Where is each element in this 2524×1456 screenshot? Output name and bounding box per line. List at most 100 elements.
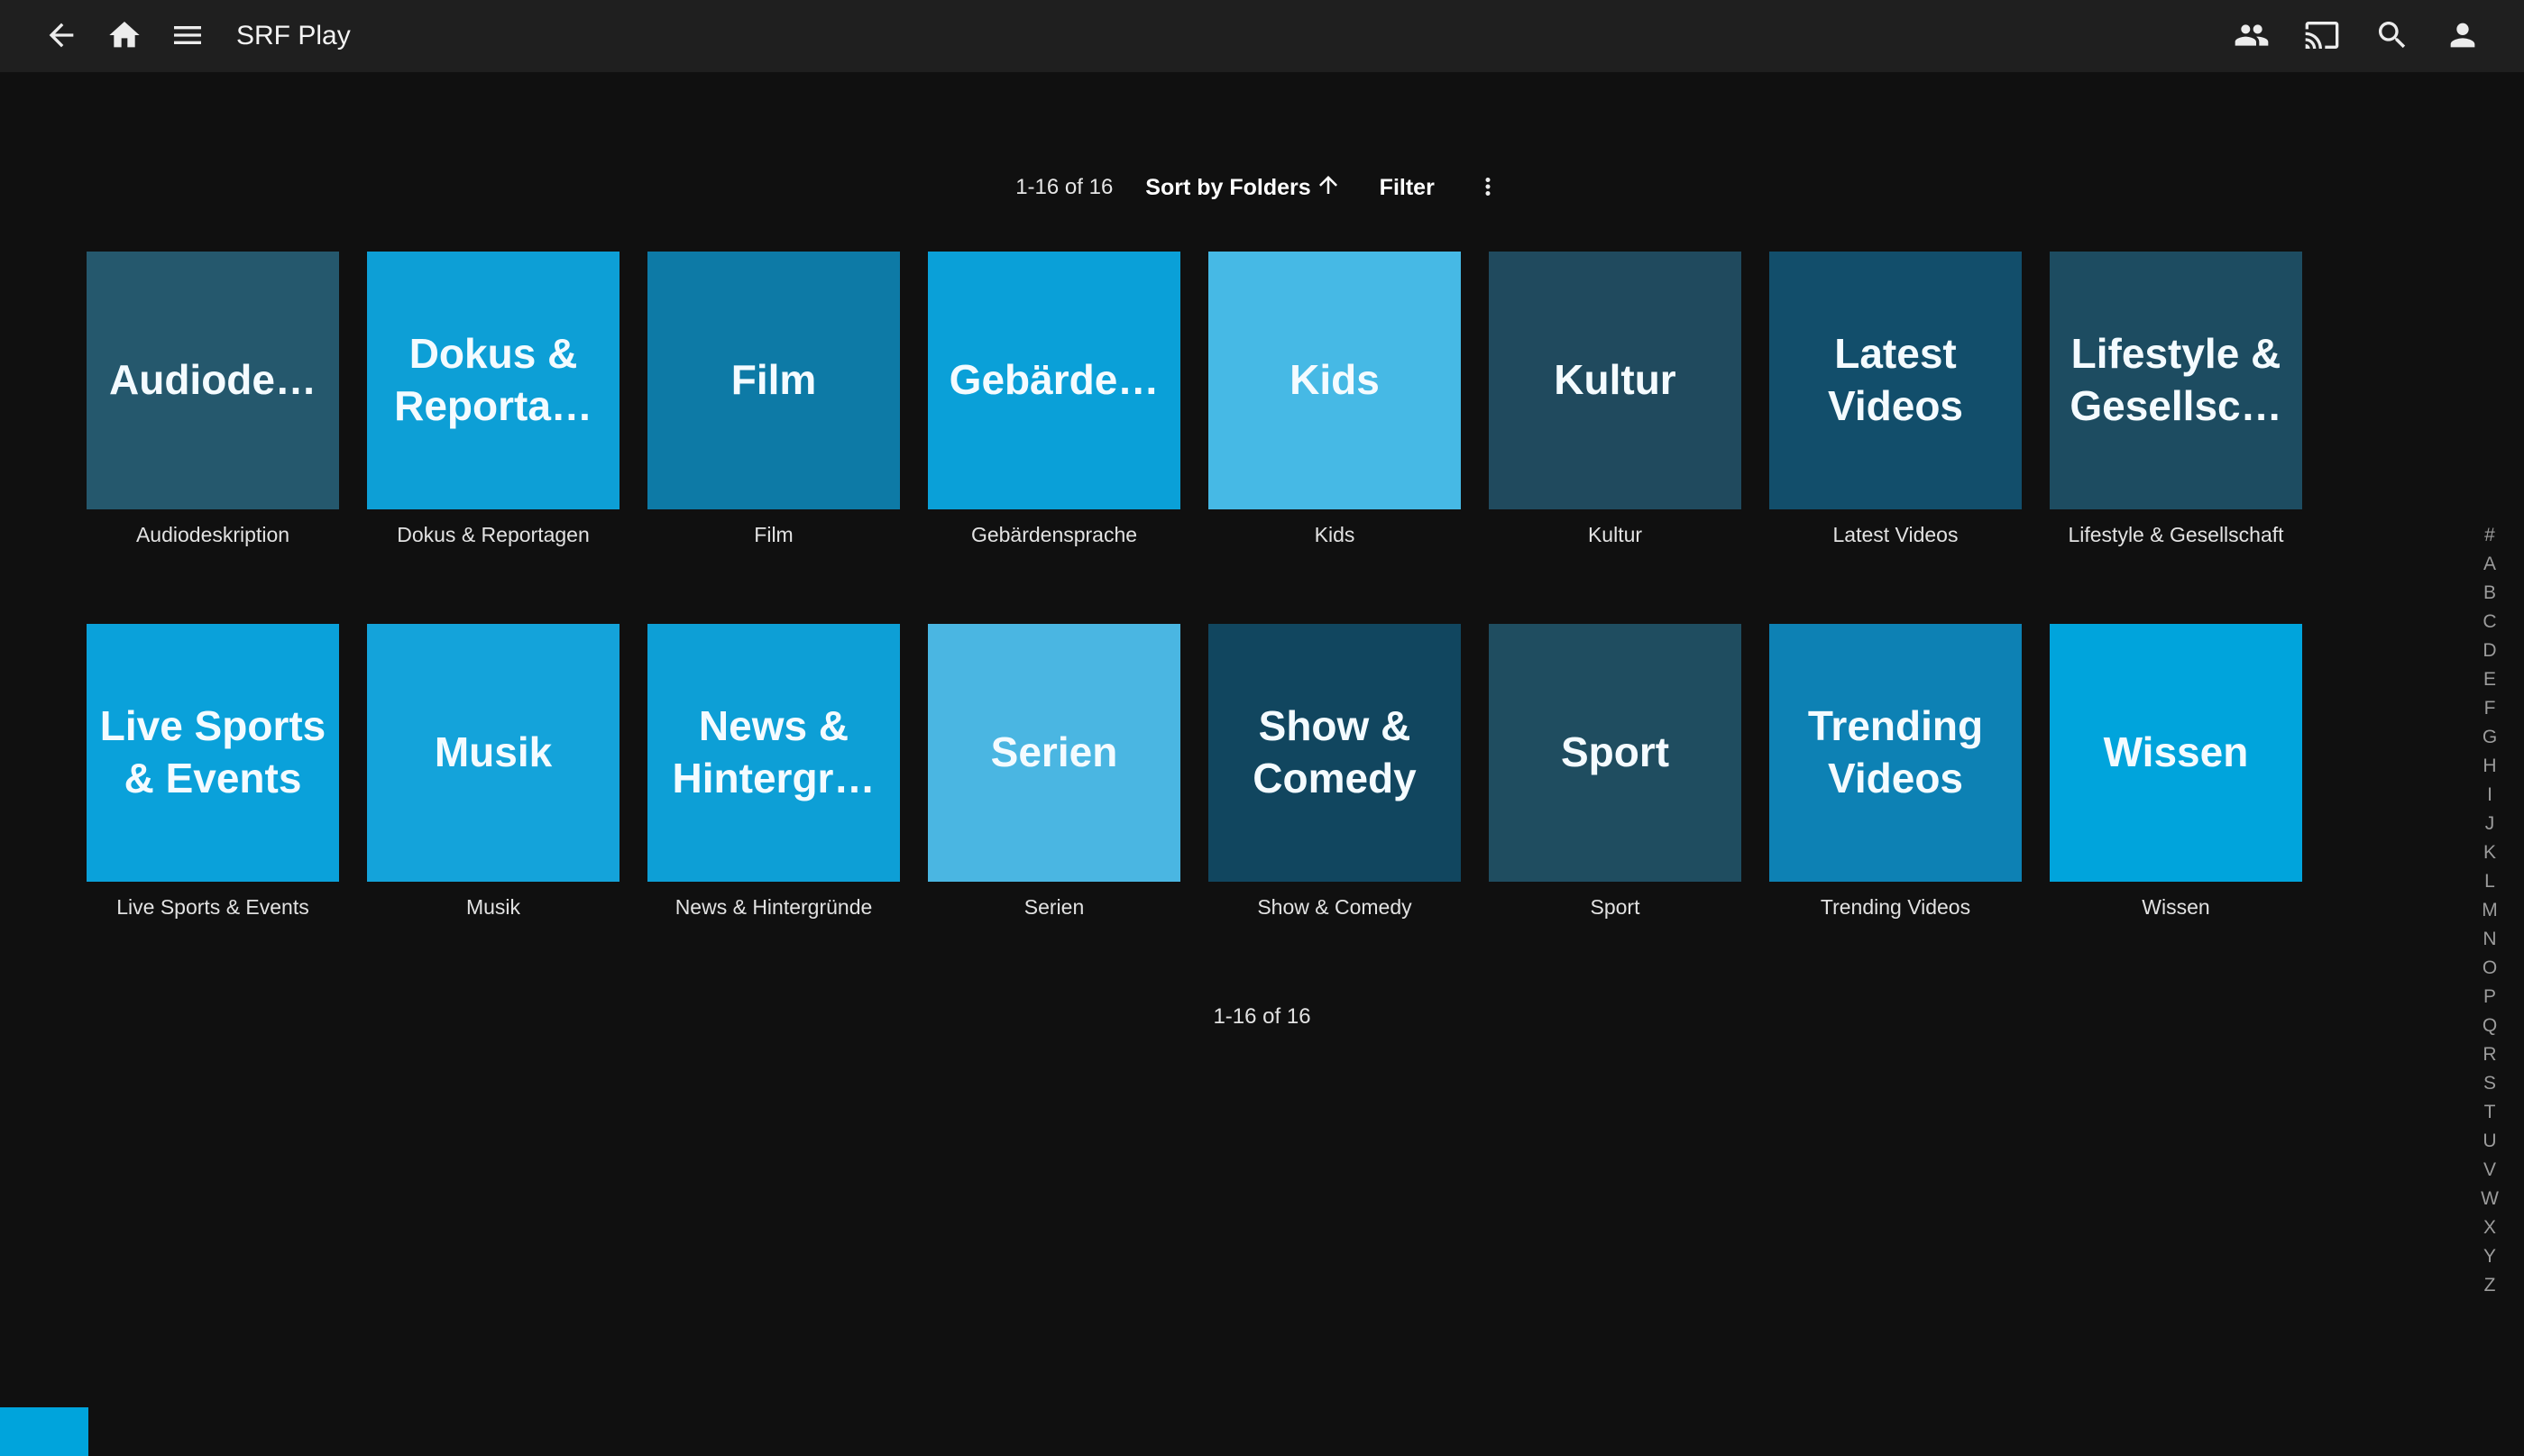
item-count: 1-16 of 16: [1015, 175, 1113, 200]
folder-tile: Wissen: [2050, 624, 2302, 882]
folder-tile-label: Gebärde…: [942, 354, 1167, 407]
footer-item-count: 1-16 of 16: [0, 1004, 2524, 1030]
alphabet-letter[interactable]: T: [2472, 1098, 2508, 1127]
folder-tile: Audiode…: [87, 252, 339, 509]
folder-tile: Kids: [1208, 252, 1461, 509]
home-button[interactable]: [97, 9, 151, 63]
folder-card[interactable]: Trending Videos Trending Videos: [1769, 624, 2022, 920]
cast-button[interactable]: [2295, 9, 2349, 63]
folder-caption: Latest Videos: [1769, 522, 2022, 548]
folder-card[interactable]: News & Hintergr… News & Hintergründe: [647, 624, 900, 920]
folder-tile-label: Trending Videos: [1769, 701, 2022, 805]
alphabet-letter[interactable]: Z: [2472, 1271, 2508, 1300]
folder-tile-label: Film: [724, 354, 824, 407]
alphabet-letter[interactable]: A: [2472, 550, 2508, 579]
folder-card[interactable]: Serien Serien: [928, 624, 1180, 920]
alphabet-letter[interactable]: F: [2472, 694, 2508, 723]
alphabet-letter[interactable]: V: [2472, 1156, 2508, 1185]
cast-icon: [2304, 17, 2340, 56]
folder-caption: Lifestyle & Gesellschaft: [2050, 522, 2302, 548]
folder-caption: Kultur: [1489, 522, 1741, 548]
folder-tile: Live Sports & Events: [87, 624, 339, 882]
folder-tile: Dokus & Reporta…: [367, 252, 620, 509]
folder-card[interactable]: Film Film: [647, 252, 900, 548]
folder-caption: News & Hintergründe: [647, 894, 900, 920]
alphabet-letter[interactable]: P: [2472, 983, 2508, 1012]
folder-caption: Audiodeskription: [87, 522, 339, 548]
folder-tile-label: Musik: [427, 727, 559, 779]
alphabet-letter[interactable]: Y: [2472, 1242, 2508, 1271]
more-options-button[interactable]: [1467, 167, 1509, 208]
alphabet-letter[interactable]: K: [2472, 838, 2508, 867]
folder-card[interactable]: Live Sports & Events Live Sports & Event…: [87, 624, 339, 920]
alphabet-letter[interactable]: N: [2472, 925, 2508, 954]
back-button[interactable]: [34, 9, 88, 63]
folder-caption: Musik: [367, 894, 620, 920]
alphabet-letter[interactable]: U: [2472, 1127, 2508, 1156]
sort-ascending-arrow-icon: [1315, 171, 1342, 205]
search-button[interactable]: [2365, 9, 2419, 63]
folder-card[interactable]: Latest Videos Latest Videos: [1769, 252, 2022, 548]
sort-button[interactable]: Sort by Folders: [1140, 171, 1346, 205]
filter-button[interactable]: Filter: [1374, 175, 1440, 201]
folder-tile-label: Kids: [1282, 354, 1387, 407]
menu-icon: [170, 17, 206, 56]
folder-card[interactable]: Musik Musik: [367, 624, 620, 920]
alphabet-letter[interactable]: W: [2472, 1185, 2508, 1213]
folder-card[interactable]: Kultur Kultur: [1489, 252, 1741, 548]
alphabet-letter[interactable]: H: [2472, 752, 2508, 781]
folder-tile-label: Audiode…: [102, 354, 324, 407]
back-icon: [43, 17, 79, 56]
folder-tile: Sport: [1489, 624, 1741, 882]
alphabet-letter[interactable]: #: [2472, 521, 2508, 550]
folder-card[interactable]: Show & Comedy Show & Comedy: [1208, 624, 1461, 920]
user-button[interactable]: [2436, 9, 2490, 63]
folder-card[interactable]: Dokus & Reporta… Dokus & Reportagen: [367, 252, 620, 548]
bottom-left-accent: [0, 1407, 88, 1456]
alphabet-letter[interactable]: J: [2472, 810, 2508, 838]
top-bar: SRF Play: [0, 0, 2524, 72]
folder-tile-label: Dokus & Reporta…: [367, 328, 620, 433]
folder-tile-label: Latest Videos: [1769, 328, 2022, 433]
tile-grid: Audiode… Audiodeskription Dokus & Report…: [87, 252, 2389, 920]
folder-tile-label: Sport: [1554, 727, 1676, 779]
alphabet-letter[interactable]: M: [2472, 896, 2508, 925]
folder-caption: Film: [647, 522, 900, 548]
alphabet-letter[interactable]: S: [2472, 1069, 2508, 1098]
alphabet-letter[interactable]: O: [2472, 954, 2508, 983]
folder-tile: Gebärde…: [928, 252, 1180, 509]
folder-tile-label: Live Sports & Events: [87, 701, 339, 805]
folder-caption: Show & Comedy: [1208, 894, 1461, 920]
folder-caption: Sport: [1489, 894, 1741, 920]
menu-button[interactable]: [161, 9, 215, 63]
alphabet-letter[interactable]: Q: [2472, 1012, 2508, 1040]
sort-button-label: Sort by Folders: [1145, 175, 1310, 201]
syncplay-button[interactable]: [2225, 9, 2279, 63]
folder-card[interactable]: Gebärde… Gebärdensprache: [928, 252, 1180, 548]
folder-card[interactable]: Wissen Wissen: [2050, 624, 2302, 920]
folder-card[interactable]: Sport Sport: [1489, 624, 1741, 920]
folder-tile: Musik: [367, 624, 620, 882]
alphabet-letter[interactable]: X: [2472, 1213, 2508, 1242]
alphabet-letter[interactable]: L: [2472, 867, 2508, 896]
folder-tile-label: Serien: [984, 727, 1125, 779]
folder-tile-label: Kultur: [1547, 354, 1683, 407]
folder-caption: Wissen: [2050, 894, 2302, 920]
list-toolbar: 1-16 of 16 Sort by Folders Filter: [0, 169, 2524, 206]
alphabet-letter[interactable]: E: [2472, 665, 2508, 694]
folder-card[interactable]: Lifestyle & Gesellsc… Lifestyle & Gesell…: [2050, 252, 2302, 548]
alphabet-letter[interactable]: C: [2472, 608, 2508, 636]
folder-tile: Trending Videos: [1769, 624, 2022, 882]
folder-card[interactable]: Kids Kids: [1208, 252, 1461, 548]
vertical-dots-icon: [1474, 173, 1501, 203]
alphabet-letter[interactable]: D: [2472, 636, 2508, 665]
folder-tile: Latest Videos: [1769, 252, 2022, 509]
alphabet-letter[interactable]: G: [2472, 723, 2508, 752]
syncplay-groups-icon: [2234, 17, 2270, 56]
alphabet-picker: #ABCDEFGHIJKLMNOPQRSTUVWXYZ: [2472, 521, 2508, 1300]
folder-caption: Dokus & Reportagen: [367, 522, 620, 548]
folder-card[interactable]: Audiode… Audiodeskription: [87, 252, 339, 548]
alphabet-letter[interactable]: B: [2472, 579, 2508, 608]
alphabet-letter[interactable]: I: [2472, 781, 2508, 810]
alphabet-letter[interactable]: R: [2472, 1040, 2508, 1069]
